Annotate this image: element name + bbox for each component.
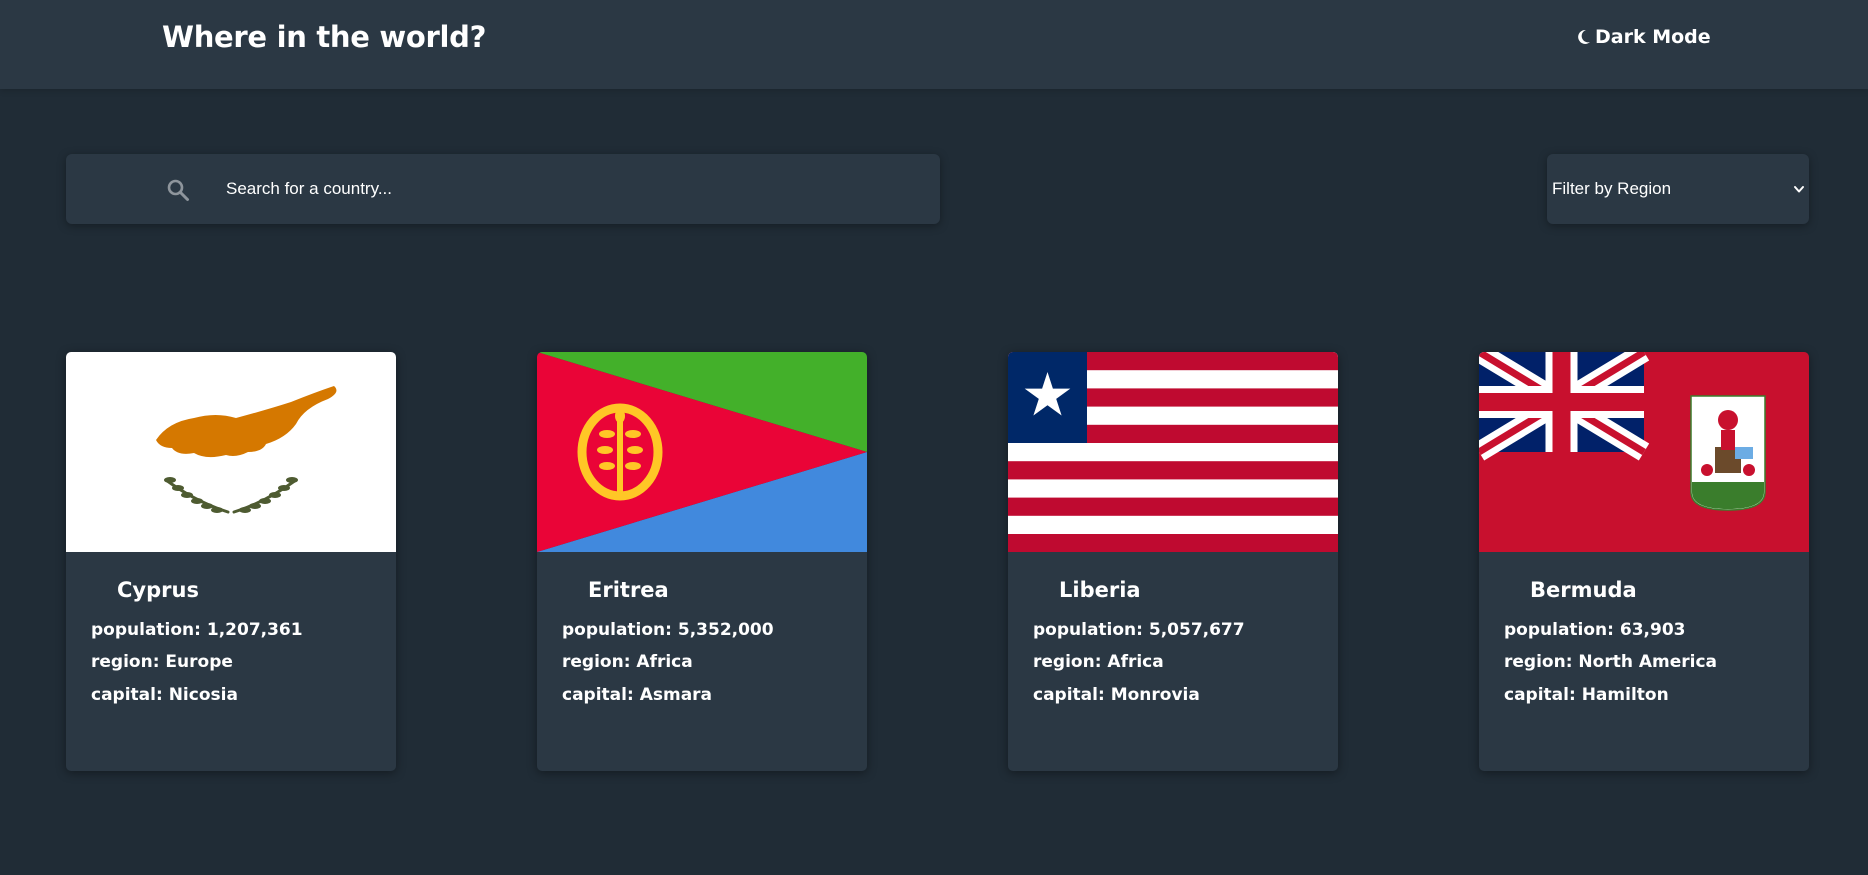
country-region: region: Africa bbox=[1033, 652, 1164, 672]
country-name: Liberia bbox=[1059, 578, 1141, 602]
country-capital: capital: Hamilton bbox=[1504, 685, 1669, 705]
region-filter-select[interactable]: Filter by Region bbox=[1547, 154, 1809, 224]
country-region: region: Europe bbox=[91, 652, 233, 672]
chevron-down-icon bbox=[1794, 186, 1804, 193]
country-capital: capital: Nicosia bbox=[91, 685, 238, 705]
country-name: Bermuda bbox=[1530, 578, 1637, 602]
country-card-cyprus[interactable]: Cyprus population: 1,207,361 region: Eur… bbox=[66, 352, 396, 771]
country-capital: capital: Asmara bbox=[562, 685, 713, 705]
dark-mode-label: Dark Mode bbox=[1595, 26, 1711, 48]
country-population: population: 1,207,361 bbox=[91, 620, 303, 640]
app-header: Where in the world? Dark Mode bbox=[0, 0, 1868, 89]
app-title: Where in the world? bbox=[162, 20, 487, 54]
liberia-flag-icon bbox=[1008, 352, 1338, 552]
country-capital: capital: Monrovia bbox=[1033, 685, 1200, 705]
dark-mode-toggle[interactable]: Dark Mode bbox=[1577, 26, 1711, 48]
search-input[interactable] bbox=[226, 154, 916, 224]
search-icon bbox=[167, 179, 189, 201]
country-card-bermuda[interactable]: Bermuda population: 63,903 region: North… bbox=[1479, 352, 1809, 771]
country-name: Cyprus bbox=[117, 578, 199, 602]
region-filter-label: Filter by Region bbox=[1552, 179, 1672, 198]
cyprus-flag-icon bbox=[66, 352, 396, 552]
eritrea-flag-icon bbox=[537, 352, 867, 552]
country-population: population: 5,352,000 bbox=[562, 620, 774, 640]
country-card-liberia[interactable]: Liberia population: 5,057,677 region: Af… bbox=[1008, 352, 1338, 771]
country-region: region: Africa bbox=[562, 652, 693, 672]
bermuda-flag-icon bbox=[1479, 352, 1809, 552]
country-region: region: North America bbox=[1504, 652, 1718, 672]
country-name: Eritrea bbox=[588, 578, 669, 602]
country-population: population: 5,057,677 bbox=[1033, 620, 1245, 640]
moon-icon bbox=[1578, 29, 1590, 44]
country-population: population: 63,903 bbox=[1504, 620, 1686, 640]
search-box[interactable] bbox=[66, 154, 940, 224]
country-card-eritrea[interactable]: Eritrea population: 5,352,000 region: Af… bbox=[537, 352, 867, 771]
